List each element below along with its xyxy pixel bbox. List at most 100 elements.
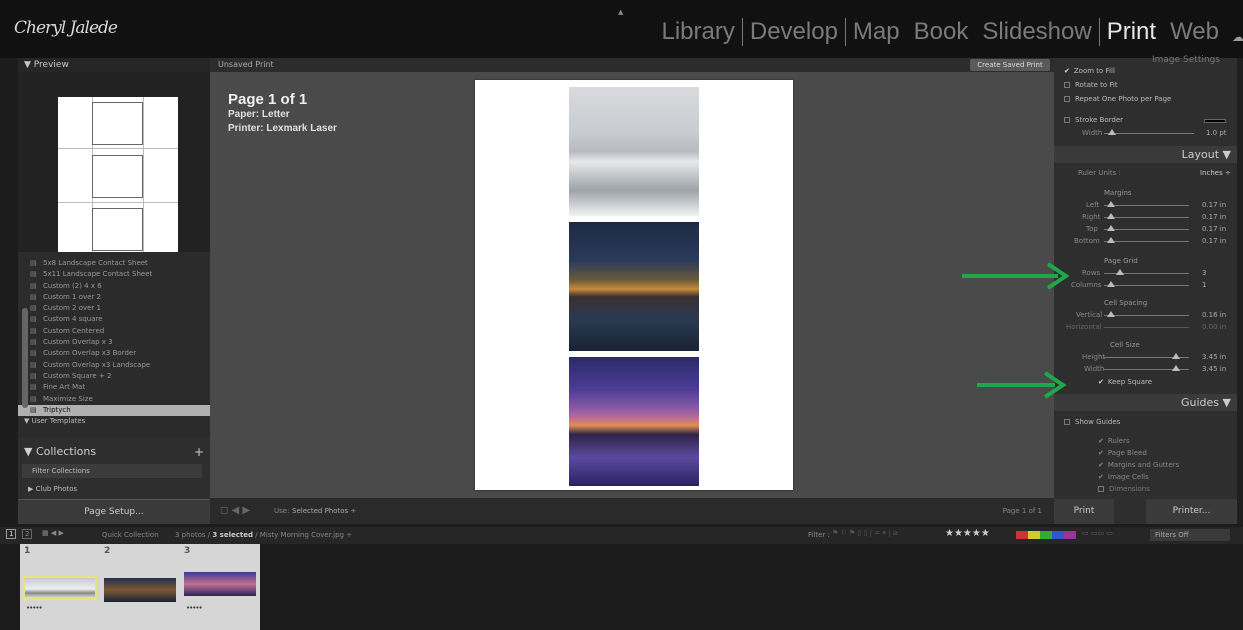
module-develop[interactable]: Develop <box>741 18 845 46</box>
slider-thumb[interactable] <box>1107 311 1115 317</box>
left-panel-scrollbar[interactable] <box>22 308 28 408</box>
columns-slider[interactable] <box>1104 285 1189 286</box>
collapse-top-panel-icon[interactable]: ▲ <box>618 8 623 16</box>
template-item[interactable]: ▤ Custom Overlap x3 Border <box>18 348 210 359</box>
use-selector[interactable]: Selected Photos ÷ <box>292 498 356 524</box>
vertical-spacing-value: 0.16 in <box>1202 311 1227 319</box>
template-item[interactable]: ▤ Custom Centered <box>18 326 210 337</box>
template-item[interactable]: ▤ Maximize Size <box>18 394 210 405</box>
slider-thumb[interactable] <box>1172 365 1180 371</box>
filmstrip-cell[interactable]: 2 <box>100 544 180 630</box>
module-web[interactable]: Web <box>1163 18 1243 46</box>
template-item[interactable]: ▤ Fine Art Mat <box>18 382 210 393</box>
show-guides-checkbox[interactable]: Show Guides <box>1064 418 1120 426</box>
slider-thumb[interactable] <box>1108 129 1116 135</box>
thumb-rating: ••••• <box>26 604 43 612</box>
module-library[interactable]: Library <box>655 18 742 46</box>
filmstrip-thumb[interactable] <box>104 578 176 602</box>
cloud-sync-icon[interactable]: ☁ <box>1232 30 1243 44</box>
horizontal-spacing-slider[interactable] <box>1104 327 1189 328</box>
module-book[interactable]: Book <box>907 18 976 46</box>
module-slideshow[interactable]: Slideshow <box>975 18 1098 46</box>
primary-window-button[interactable]: 1 <box>6 529 17 539</box>
filmstrip-thumb[interactable] <box>23 576 97 600</box>
rulers-checkbox[interactable]: ✔ Rulers <box>1098 437 1130 445</box>
template-item[interactable]: ▤ Custom Overlap x3 Landscape <box>18 360 210 371</box>
slider-thumb[interactable] <box>1107 237 1115 243</box>
rotate-to-fit-checkbox[interactable]: Rotate to Fit <box>1064 81 1118 89</box>
filmstrip-cell[interactable]: 1 ••••• <box>20 544 100 630</box>
vertical-spacing-slider[interactable] <box>1104 315 1189 316</box>
template-icon: ▤ <box>30 405 37 414</box>
photo-cell-purple-sky[interactable] <box>569 357 699 486</box>
slider-thumb[interactable] <box>1107 213 1115 219</box>
margins-gutters-checkbox[interactable]: ✔ Margins and Gutters <box>1098 461 1179 469</box>
slider-thumb[interactable] <box>1107 225 1115 231</box>
stroke-width-slider[interactable] <box>1104 133 1194 134</box>
source-label[interactable]: Quick Collection <box>102 531 159 539</box>
template-icon: ▤ <box>30 281 37 290</box>
image-settings-header[interactable]: Image Settings <box>1152 55 1220 65</box>
slider-thumb[interactable] <box>1116 269 1124 275</box>
margin-top-slider[interactable] <box>1104 229 1189 230</box>
module-print[interactable]: Print <box>1098 18 1163 46</box>
create-saved-print-button[interactable]: Create Saved Print <box>970 59 1050 71</box>
guides-section-header[interactable]: Guides ▼ <box>1054 394 1237 411</box>
page-nav-icons[interactable]: ◻ ◀ ▶ <box>220 498 250 524</box>
star-rating-filter[interactable]: ★★★★★ <box>945 528 990 539</box>
filter-collections-input[interactable]: Filter Collections <box>22 464 202 478</box>
flag-filter-icons[interactable]: ⚑ ⚐ ⚑ ▯ ▯ | = ▾ | ≥ <box>832 529 899 537</box>
slider-thumb[interactable] <box>1107 281 1115 287</box>
printer-info: Printer: Lexmark Laser <box>228 123 337 134</box>
filmstrip-cell[interactable]: 3 ••••• <box>180 544 260 630</box>
stroke-color-swatch[interactable] <box>1204 119 1226 123</box>
filter-label: Filter : <box>808 531 830 539</box>
margin-left-slider[interactable] <box>1104 205 1189 206</box>
image-cells-checkbox[interactable]: ✔ Image Cells <box>1098 473 1149 481</box>
printer-button[interactable]: Printer... <box>1146 499 1237 524</box>
keep-square-checkbox[interactable]: ✔ Keep Square <box>1098 378 1152 386</box>
template-item[interactable]: ▤ Custom Square + 2 <box>18 371 210 382</box>
secondary-window-button[interactable]: 2 <box>22 529 33 539</box>
print-button[interactable]: Print <box>1054 499 1114 524</box>
collections-header[interactable]: ▼ Collections + <box>18 444 210 460</box>
filter-preset-select[interactable]: Filters Off <box>1150 529 1230 541</box>
color-label-filter[interactable] <box>1016 531 1076 539</box>
margin-bottom-slider[interactable] <box>1104 241 1189 242</box>
ruler-units-select[interactable]: Inches ÷ <box>1200 169 1231 177</box>
module-map[interactable]: Map <box>844 18 907 46</box>
stroke-border-checkbox[interactable]: Stroke Border <box>1064 116 1123 124</box>
template-item[interactable]: ▤ Custom 1 over 2 <box>18 292 210 303</box>
template-item[interactable]: ▤ Custom Overlap x 3 <box>18 337 210 348</box>
template-item-selected[interactable]: ▤ Triptych <box>18 404 210 417</box>
photo-count-summary: 3 photos / 3 selected / Misty Morning Co… <box>175 531 353 539</box>
template-item[interactable]: ▤ 5x8 Landscape Contact Sheet <box>18 258 210 269</box>
margin-right-slider[interactable] <box>1104 217 1189 218</box>
preview-header[interactable]: ▼ Preview <box>18 58 210 72</box>
dimensions-checkbox[interactable]: Dimensions <box>1098 485 1150 493</box>
preview-guide-line <box>58 148 178 149</box>
template-item[interactable]: ▤ 5x11 Landscape Contact Sheet <box>18 269 210 280</box>
layout-section-header[interactable]: Layout ▼ <box>1054 146 1237 163</box>
use-label: Use: <box>274 507 290 515</box>
zoom-to-fill-checkbox[interactable]: ✔ Zoom to Fill <box>1064 67 1115 75</box>
template-item[interactable]: ▤ Custom (2) 4 x 6 <box>18 281 210 292</box>
page-bleed-checkbox[interactable]: ✔ Page Bleed <box>1098 449 1147 457</box>
template-icon: ▤ <box>30 292 37 301</box>
template-icon: ▤ <box>30 304 37 313</box>
slider-thumb[interactable] <box>1107 201 1115 207</box>
collection-set-club-photos[interactable]: ▶ Club Photos <box>28 482 77 496</box>
photo-cell-night-city[interactable] <box>569 222 699 351</box>
kind-filter-icons[interactable]: ▭ ▭▭ ▭ <box>1082 529 1113 537</box>
repeat-one-photo-checkbox[interactable]: Repeat One Photo per Page <box>1064 95 1171 103</box>
add-collection-icon[interactable]: + <box>194 444 204 460</box>
filmstrip-thumb[interactable] <box>184 572 256 596</box>
template-item[interactable]: ▤ Custom 4 square <box>18 314 210 325</box>
photo-cell-misty-morning[interactable] <box>569 87 699 216</box>
page-setup-button[interactable]: Page Setup... <box>18 499 210 524</box>
slider-thumb[interactable] <box>1172 353 1180 359</box>
user-templates-folder[interactable]: ▼ User Templates <box>18 416 210 427</box>
grid-nav-icons[interactable]: ▦ ◀ ▶ <box>42 529 64 537</box>
right-panel-scrollbar[interactable] <box>1237 58 1243 524</box>
template-item[interactable]: ▤ Custom 2 over 1 <box>18 303 210 314</box>
